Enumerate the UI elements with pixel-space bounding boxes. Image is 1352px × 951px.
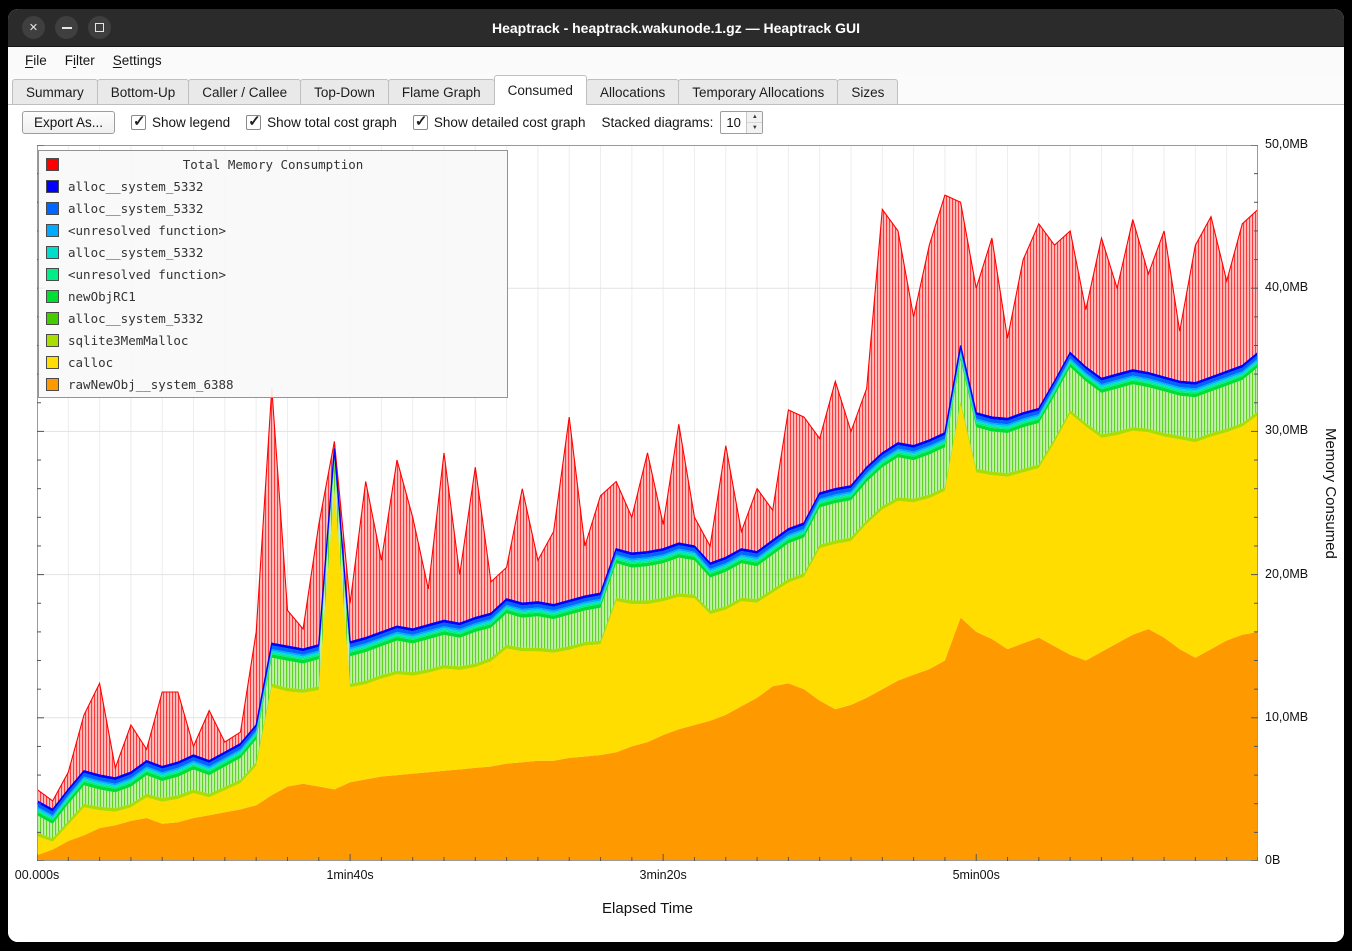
- checkbox-show-detailed-cost-graph[interactable]: ✓ Show detailed cost graph: [413, 115, 586, 130]
- y-tick-label: 10,0MB: [1265, 710, 1308, 724]
- legend-swatch: [46, 158, 59, 171]
- check-icon: ✓: [248, 112, 261, 130]
- check-icon: ✓: [415, 112, 428, 130]
- tab-top-down[interactable]: Top-Down: [300, 79, 389, 104]
- x-tick-label: 3min20s: [640, 868, 687, 882]
- chart-area: Total Memory Consumption alloc__system_53…: [8, 140, 1344, 942]
- x-tick-label: 5min00s: [953, 868, 1000, 882]
- checkbox-label-text: Show legend: [152, 115, 230, 130]
- x-tick-label: 1min40s: [326, 868, 373, 882]
- window-controls: ✕: [22, 16, 111, 39]
- tab-consumed[interactable]: Consumed: [494, 75, 587, 105]
- legend-item-0: alloc__system_5332: [39, 175, 507, 197]
- legend-label: alloc__system_5332: [68, 201, 203, 216]
- legend-item-7: sqlite3MemMalloc: [39, 329, 507, 351]
- legend-label: alloc__system_5332: [68, 179, 203, 194]
- export-as-button[interactable]: Export As...: [22, 111, 115, 134]
- chart-legend: Total Memory Consumption alloc__system_53…: [38, 150, 508, 398]
- legend-label: rawNewObj__system_6388: [68, 377, 234, 392]
- legend-label: alloc__system_5332: [68, 311, 203, 326]
- legend-item-2: <unresolved function>: [39, 219, 507, 241]
- checkbox-label-text: Show total cost graph: [267, 115, 397, 130]
- legend-swatch: [46, 290, 59, 303]
- title-bar[interactable]: ✕ Heaptrack - heaptrack.wakunode.1.gz — …: [8, 9, 1344, 47]
- checkbox-group: ✓ Show legend ✓ Show total cost graph ✓ Show …: [131, 115, 586, 130]
- tab-caller-callee[interactable]: Caller / Callee: [188, 79, 301, 104]
- checkbox-show-legend[interactable]: ✓ Show legend: [131, 115, 230, 130]
- legend-item-5: newObjRC1: [39, 285, 507, 307]
- legend-label: sqlite3MemMalloc: [68, 333, 188, 348]
- heaptrack-window: ✕ Heaptrack - heaptrack.wakunode.1.gz — …: [8, 9, 1344, 942]
- legend-item-4: <unresolved function>: [39, 263, 507, 285]
- tab-temporary-allocations[interactable]: Temporary Allocations: [678, 79, 838, 104]
- tab-allocations[interactable]: Allocations: [586, 79, 679, 104]
- minimize-icon[interactable]: [55, 16, 78, 39]
- close-glyph: ✕: [29, 21, 38, 34]
- tab-summary[interactable]: Summary: [12, 79, 98, 104]
- stacked-diagrams-label: Stacked diagrams:: [602, 115, 714, 130]
- y-tick-label: 50,0MB: [1265, 137, 1308, 151]
- legend-label: <unresolved function>: [68, 267, 226, 282]
- check-icon: ✓: [133, 112, 146, 130]
- legend-swatch: [46, 378, 59, 391]
- legend-label: calloc: [68, 355, 113, 370]
- spin-down-icon[interactable]: ▼: [747, 123, 762, 133]
- legend-swatch: [46, 224, 59, 237]
- y-axis-title: Memory Consumed: [1322, 428, 1339, 559]
- x-axis-title: Elapsed Time: [37, 900, 1258, 917]
- legend-swatch: [46, 202, 59, 215]
- close-icon[interactable]: ✕: [22, 16, 45, 39]
- menu-settings[interactable]: Settings: [104, 49, 171, 72]
- legend-item-8: calloc: [39, 351, 507, 373]
- y-tick-label: 20,0MB: [1265, 567, 1308, 581]
- maximize-glyph: [95, 23, 104, 32]
- toolbar: Export As... ✓ Show legend ✓ Show total cos…: [8, 105, 1344, 140]
- tab-bottom-up[interactable]: Bottom-Up: [97, 79, 190, 104]
- legend-label: alloc__system_5332: [68, 245, 203, 260]
- stacked-diagrams-group: Stacked diagrams: 10 ▲ ▼: [602, 111, 764, 134]
- stacked-diagrams-spinner[interactable]: 10 ▲ ▼: [720, 111, 763, 134]
- legend-label: newObjRC1: [68, 289, 136, 304]
- menu-bar: FileFilterSettings: [8, 47, 1344, 74]
- stacked-diagrams-value: 10: [721, 112, 746, 133]
- spin-up-icon[interactable]: ▲: [747, 112, 762, 123]
- menu-filter[interactable]: Filter: [56, 49, 104, 72]
- checkbox-box[interactable]: ✓: [246, 115, 261, 130]
- legend-title-row: Total Memory Consumption: [39, 153, 507, 175]
- legend-item-6: alloc__system_5332: [39, 307, 507, 329]
- checkbox-box[interactable]: ✓: [131, 115, 146, 130]
- checkbox-label-text: Show detailed cost graph: [434, 115, 586, 130]
- legend-item-3: alloc__system_5332: [39, 241, 507, 263]
- legend-swatch: [46, 180, 59, 193]
- legend-swatch: [46, 312, 59, 325]
- x-tick-label: 00.000s: [15, 868, 59, 882]
- tab-sizes[interactable]: Sizes: [837, 79, 898, 104]
- legend-swatch: [46, 334, 59, 347]
- legend-label: <unresolved function>: [68, 223, 226, 238]
- menu-file[interactable]: File: [16, 49, 56, 72]
- window-title: Heaptrack - heaptrack.wakunode.1.gz — He…: [8, 20, 1344, 36]
- minimize-glyph: [62, 27, 72, 29]
- spin-buttons: ▲ ▼: [746, 112, 762, 133]
- legend-swatch: [46, 268, 59, 281]
- checkbox-show-total-cost-graph[interactable]: ✓ Show total cost graph: [246, 115, 397, 130]
- legend-item-9: rawNewObj__system_6388: [39, 373, 507, 395]
- legend-item-1: alloc__system_5332: [39, 197, 507, 219]
- y-tick-label: 40,0MB: [1265, 280, 1308, 294]
- y-tick-label: 30,0MB: [1265, 423, 1308, 437]
- y-tick-label: 0B: [1265, 853, 1280, 867]
- legend-label: Total Memory Consumption: [183, 157, 364, 172]
- tab-flame-graph[interactable]: Flame Graph: [388, 79, 495, 104]
- maximize-icon[interactable]: [88, 16, 111, 39]
- checkbox-box[interactable]: ✓: [413, 115, 428, 130]
- legend-swatch: [46, 246, 59, 259]
- tab-bar: SummaryBottom-UpCaller / CalleeTop-DownF…: [8, 74, 1344, 105]
- legend-swatch: [46, 356, 59, 369]
